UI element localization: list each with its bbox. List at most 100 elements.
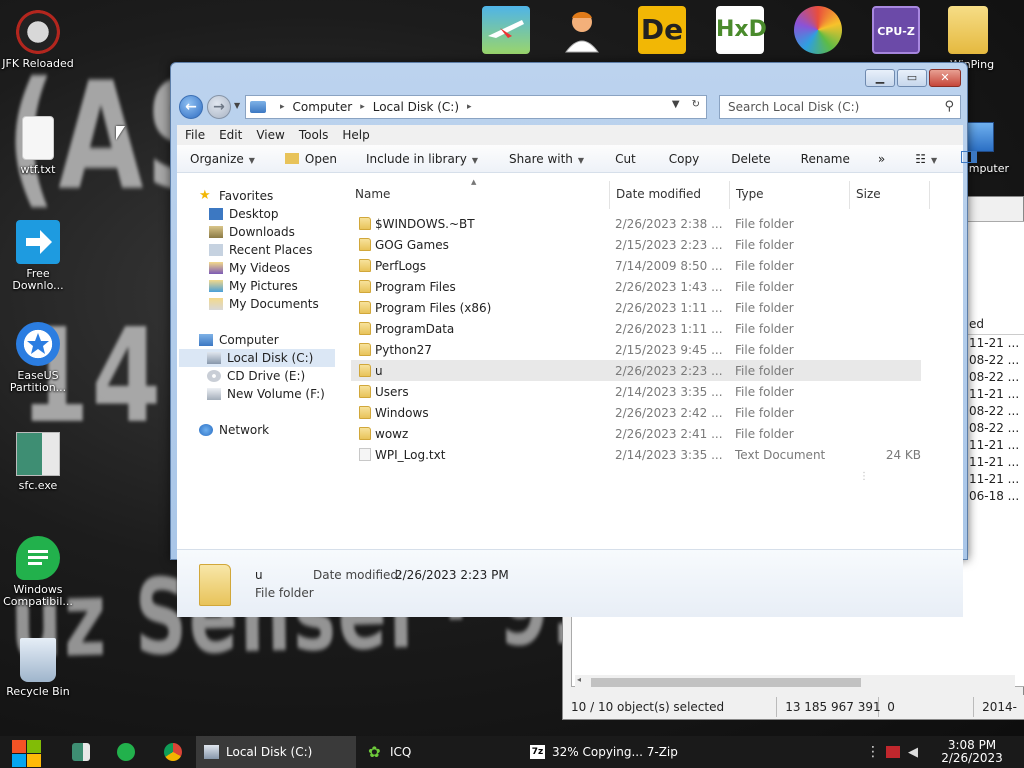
pinned-sfc-icon[interactable] — [72, 743, 90, 761]
title-bar[interactable]: ▁ ▭ ✕ — [171, 63, 967, 91]
recent-pages-dropdown[interactable]: ▼ — [234, 101, 240, 110]
search-input[interactable]: Search Local Disk (C:) — [728, 100, 859, 114]
file-row[interactable]: Program Files 2/26/2023 1:43 ... File fold… — [351, 276, 921, 297]
nav-computer[interactable]: Computer — [199, 331, 279, 349]
breadcrumb-arrow-icon[interactable]: ▸ — [280, 102, 285, 112]
desktop-icon-wtf-txt[interactable]: wtf.txt — [0, 116, 76, 176]
breadcrumb-computer[interactable]: Computer — [293, 100, 353, 114]
taskbar-7zip[interactable]: 7z 32% Copying... 7-Zip — [522, 736, 694, 768]
nav-favorites[interactable]: ★ Favorites — [199, 187, 273, 205]
clock[interactable]: 3:08 PM 2/26/2023 — [932, 739, 1012, 765]
desktop-icon-de[interactable]: De — [638, 6, 690, 56]
close-button[interactable]: ✕ — [929, 69, 961, 87]
delete-button[interactable]: Delete — [731, 152, 770, 166]
file-list[interactable]: ▲ Name Date modified Type Size $WINDOWS.… — [347, 173, 963, 489]
column-size[interactable]: Size — [856, 187, 881, 201]
column-divider[interactable] — [929, 181, 930, 209]
breadcrumb-arrow-icon[interactable]: ▸ — [360, 102, 365, 112]
desktop-icon-jfk-reloaded[interactable]: JFK Reloaded — [0, 10, 76, 70]
desktop-icon-windows-compat[interactable]: Windows Compatibil... — [0, 536, 76, 608]
desktop-icon-winping[interactable] — [948, 6, 1000, 56]
column-divider[interactable] — [849, 181, 850, 209]
volume-icon[interactable]: ◀ — [908, 745, 918, 760]
rename-button[interactable]: Rename — [801, 152, 850, 166]
start-button[interactable] — [10, 738, 42, 767]
file-row[interactable]: PerfLogs 7/14/2009 8:50 ... File folder — [351, 255, 921, 276]
pictures-icon — [209, 280, 223, 292]
scroll-left-icon[interactable]: ◂ — [577, 675, 581, 684]
organize-button[interactable]: Organize ▼ — [190, 152, 255, 166]
file-row[interactable]: GOG Games 2/15/2023 2:23 ... File folder — [351, 234, 921, 255]
column-divider[interactable] — [609, 181, 610, 209]
forward-button[interactable]: → — [207, 95, 231, 119]
address-bar[interactable]: ▸ Computer ▸ Local Disk (C:) ▸ ▼ ↻ — [245, 95, 707, 119]
column-date-modified[interactable]: Date modified — [616, 187, 701, 201]
computer-icon[interactable] — [966, 122, 994, 152]
nav-network[interactable]: Network — [199, 421, 269, 439]
menu-view[interactable]: View — [248, 128, 290, 142]
refresh-icon[interactable]: ↻ — [692, 99, 700, 110]
open-button[interactable]: Open — [284, 152, 337, 166]
breadcrumb-arrow-icon[interactable]: ▸ — [467, 102, 472, 112]
desktop-icon-color-swirl[interactable] — [794, 6, 846, 56]
bg-column-header[interactable]: ed — [963, 317, 1024, 335]
search-icon[interactable]: ⚲ — [944, 96, 954, 118]
nav-my-pictures[interactable]: My Pictures — [209, 277, 298, 295]
menu-help[interactable]: Help — [334, 128, 375, 142]
desktop-icon-flight-sim[interactable] — [482, 6, 534, 56]
menu-tools[interactable]: Tools — [291, 128, 335, 142]
preview-pane-button[interactable] — [961, 151, 978, 166]
maximize-button[interactable]: ▭ — [897, 69, 927, 87]
chrome-icon[interactable] — [164, 743, 182, 761]
menu-edit[interactable]: Edit — [211, 128, 248, 142]
breadcrumb-local-disk[interactable]: Local Disk (C:) — [373, 100, 459, 114]
menu-file[interactable]: File — [177, 128, 211, 142]
file-row[interactable]: Python27 2/15/2023 9:45 ... File folder — [351, 339, 921, 360]
nav-my-videos[interactable]: My Videos — [209, 259, 290, 277]
file-row[interactable]: ProgramData 2/26/2023 1:11 ... File folder — [351, 318, 921, 339]
nav-my-documents[interactable]: My Documents — [209, 295, 319, 313]
explorer-window[interactable]: ▁ ▭ ✕ ← → ▼ ▸ Computer ▸ Local Disk (C:)… — [170, 62, 978, 617]
desktop-icon-recycle-bin[interactable]: Recycle Bin — [0, 638, 76, 698]
column-type[interactable]: Type — [736, 187, 764, 201]
file-row[interactable]: Users 2/14/2023 3:35 ... File folder — [351, 381, 921, 402]
back-button[interactable]: ← — [179, 95, 203, 119]
taskbar-icq[interactable]: ✿ ICQ — [360, 736, 518, 768]
nav-new-volume[interactable]: New Volume (F:) — [207, 385, 325, 403]
nav-downloads[interactable]: Downloads — [209, 223, 295, 241]
more-commands-button[interactable]: » — [878, 152, 885, 166]
share-with-button[interactable]: Share with ▼ — [509, 152, 584, 166]
minimize-button[interactable]: ▁ — [865, 69, 895, 87]
file-row-selected[interactable]: u 2/26/2023 2:23 ... File folder — [351, 360, 921, 381]
tray-overflow-icon[interactable]: ⋮ — [866, 744, 880, 760]
bg-scroll-thumb[interactable] — [591, 678, 861, 687]
include-in-library-button[interactable]: Include in library ▼ — [366, 152, 478, 166]
copy-button[interactable]: Copy — [669, 152, 699, 166]
bg-horizontal-scrollbar[interactable]: ◂ — [575, 675, 1015, 689]
nav-desktop[interactable]: Desktop — [209, 205, 279, 223]
file-row[interactable]: Program Files (x86) 2/26/2023 1:11 ... Fil… — [351, 297, 921, 318]
file-row[interactable]: $WINDOWS.~BT 2/26/2023 2:38 ... File folde… — [351, 213, 921, 234]
nav-cd-drive[interactable]: CD Drive (E:) — [207, 367, 305, 385]
taskbar-explorer[interactable]: Local Disk (C:) — [196, 736, 356, 768]
view-options-button[interactable]: ☷ ▼ — [915, 152, 937, 166]
column-name[interactable]: Name — [355, 187, 390, 201]
nav-recent-places[interactable]: Recent Places — [209, 241, 312, 259]
column-divider[interactable] — [729, 181, 730, 209]
file-row[interactable]: WPI_Log.txt 2/14/2023 3:35 ... Text Docume… — [351, 444, 921, 465]
tray-alert-icon[interactable] — [886, 746, 900, 758]
search-box[interactable]: Search Local Disk (C:) ⚲ — [719, 95, 961, 119]
address-dropdown-icon[interactable]: ▼ — [672, 99, 680, 110]
desktop-icon-doctor[interactable] — [558, 6, 610, 56]
desktop-icon-free-download[interactable]: Free Downlo... — [0, 220, 76, 292]
desktop-icon-cpu-z[interactable]: CPU-Z — [872, 6, 924, 56]
desktop-icon-easeus[interactable]: EaseUS Partition... — [0, 322, 76, 394]
desktop-icon-sfc-exe[interactable]: sfc.exe — [0, 432, 76, 492]
pinned-compat-icon[interactable] — [117, 743, 135, 761]
file-row[interactable]: Windows 2/26/2023 2:42 ... File folder — [351, 402, 921, 423]
cut-button[interactable]: Cut — [615, 152, 636, 166]
desktop-icon-hxd[interactable]: HxD — [716, 6, 768, 56]
file-row[interactable]: wowz 2/26/2023 2:41 ... File folder — [351, 423, 921, 444]
folder-icon — [359, 364, 371, 377]
nav-local-disk[interactable]: Local Disk (C:) — [179, 349, 335, 367]
